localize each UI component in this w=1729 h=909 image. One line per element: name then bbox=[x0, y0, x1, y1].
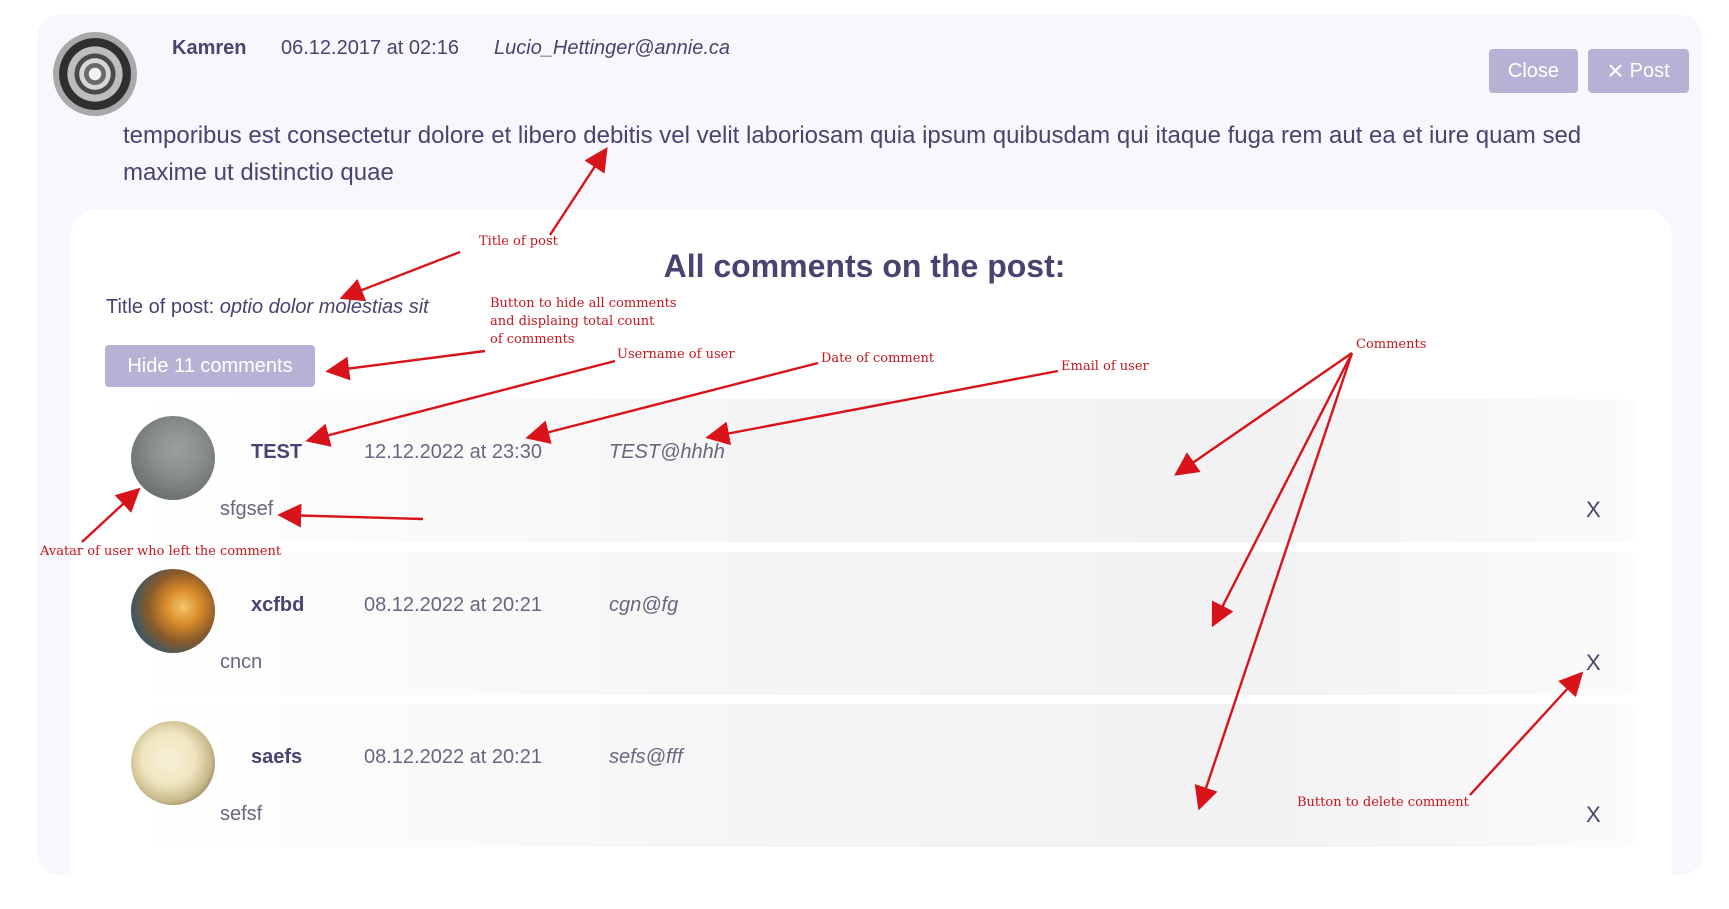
comment-date: 12.12.2022 at 23:30 bbox=[364, 441, 542, 463]
annotation-username: Username of user bbox=[617, 347, 735, 362]
comment-date: 08.12.2022 at 20:21 bbox=[364, 746, 542, 768]
annotation-comments: Comments bbox=[1356, 337, 1427, 352]
comment-date: 08.12.2022 at 20:21 bbox=[364, 594, 542, 616]
post-title-prefix: Title of post: bbox=[106, 296, 220, 318]
comment-avatar bbox=[131, 569, 215, 653]
comment-email: TEST@hhhh bbox=[609, 441, 725, 463]
post-title: Title of post: optio dolor molestias sit bbox=[106, 296, 429, 319]
comment-text: cncn bbox=[220, 651, 263, 673]
hide-comments-button[interactable]: Hide 11 comments bbox=[105, 345, 315, 387]
close-button-label: Close bbox=[1507, 59, 1560, 82]
annotation-avatar: Avatar of user who left the comment bbox=[40, 544, 282, 559]
post-button[interactable]: × Post bbox=[1588, 49, 1689, 93]
post-button-label: Post bbox=[1629, 59, 1670, 82]
comment-card: saefs 08.12.2022 at 20:21 sefs@fff sefsf… bbox=[131, 704, 1637, 847]
comments-heading: All comments on the post: bbox=[663, 248, 1066, 284]
comment-username: xcfbd bbox=[251, 594, 305, 616]
comment-card: TEST 12.12.2022 at 23:30 TEST@hhhh sfgse… bbox=[131, 399, 1637, 542]
annotation-hide-button: Button to hide all comments and displain… bbox=[490, 296, 677, 347]
delete-comment-button[interactable]: X bbox=[1586, 650, 1601, 676]
post-author-email: Lucio_Hettinger@annie.ca bbox=[494, 37, 731, 59]
comment-avatar bbox=[131, 721, 215, 805]
close-button[interactable]: Close bbox=[1489, 49, 1578, 93]
hide-comments-label: Hide 11 comments bbox=[127, 354, 293, 377]
annotation-date: Date of comment bbox=[821, 351, 935, 366]
comment-username: TEST bbox=[251, 441, 303, 463]
annotation-delete: Button to delete comment bbox=[1297, 795, 1469, 810]
post-author-avatar bbox=[53, 32, 137, 116]
comment-text: sfgsef bbox=[220, 498, 274, 520]
post-title-value: optio dolor molestias sit bbox=[219, 296, 429, 318]
comment-text: sefsf bbox=[220, 803, 263, 825]
delete-comment-button[interactable]: X bbox=[1586, 497, 1601, 523]
comment-card: xcfbd 08.12.2022 at 20:21 cgn@fg cncn X bbox=[131, 552, 1637, 695]
post-body: temporibus est consectetur dolore et lib… bbox=[123, 122, 1582, 186]
comment-email: sefs@fff bbox=[609, 746, 683, 768]
delete-comment-button[interactable]: X bbox=[1586, 802, 1601, 828]
annotation-title-of-post: Title of post bbox=[479, 234, 558, 249]
post-author-name: Kamren bbox=[172, 37, 247, 59]
post-date: 06.12.2017 at 02:16 bbox=[281, 37, 459, 59]
close-x-icon: × bbox=[1607, 55, 1624, 86]
comment-username: saefs bbox=[251, 746, 303, 768]
annotation-email: Email of user bbox=[1061, 359, 1149, 374]
comment-email: cgn@fg bbox=[609, 594, 679, 616]
comment-avatar bbox=[131, 416, 215, 500]
